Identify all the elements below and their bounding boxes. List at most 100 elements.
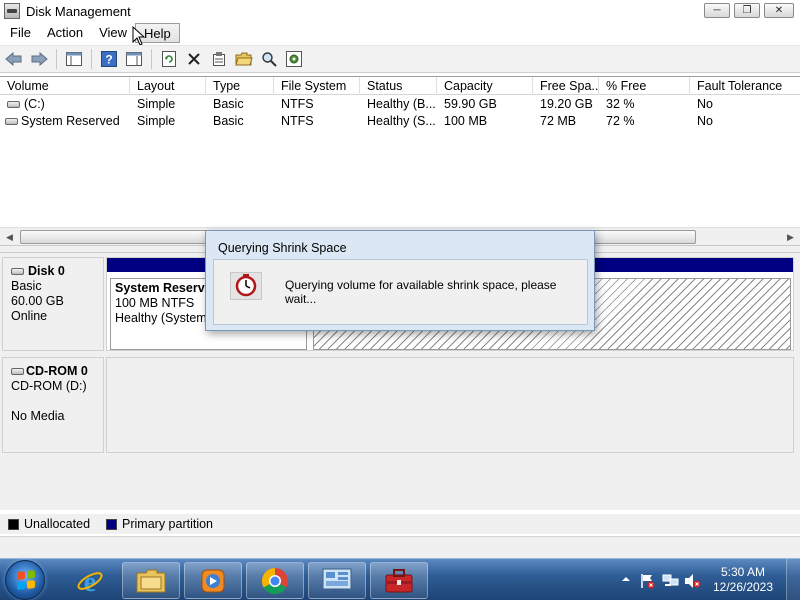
legend-unallocated: Unallocated: [8, 517, 90, 531]
media-player-icon[interactable]: [184, 562, 242, 599]
show-hide-action-pane-icon[interactable]: [124, 49, 144, 69]
percent-free-cell: 32 %: [606, 97, 635, 111]
legend-label: Unallocated: [24, 517, 91, 531]
minimize-button[interactable]: ─: [704, 3, 730, 18]
percent-free-cell: 72 %: [606, 114, 635, 128]
windows-logo-icon: [17, 570, 35, 590]
svg-text:?: ?: [105, 53, 112, 67]
column-header-percent-free[interactable]: % Free: [599, 77, 690, 95]
layout-cell: Simple: [137, 114, 176, 128]
computer-management-icon[interactable]: [308, 562, 366, 599]
column-header-fault-tolerance[interactable]: Fault Tolerance: [690, 77, 800, 95]
properties-icon[interactable]: [209, 49, 229, 69]
scroll-left-arrow-icon[interactable]: ◀: [1, 229, 18, 245]
volume-name: System Reserved: [21, 114, 120, 128]
drive-icon: [7, 101, 20, 109]
network-icon[interactable]: [662, 573, 679, 587]
menu-view[interactable]: View: [91, 23, 135, 43]
maximize-button[interactable]: ❐: [734, 3, 760, 18]
file-system-cell: NTFS: [281, 97, 314, 111]
clock[interactable]: 5:30 AM 12/26/2023: [708, 565, 778, 595]
dialog-message: Querying volume for available shrink spa…: [285, 278, 557, 306]
legend-label: Primary partition: [122, 517, 214, 531]
file-explorer-icon[interactable]: [122, 562, 180, 599]
drive-icon: [5, 118, 18, 126]
disk-0-type: Basic: [11, 279, 42, 293]
disk-0-state: Online: [11, 309, 48, 323]
fault-tolerance-cell: No: [697, 97, 713, 111]
clock-time: 5:30 AM: [720, 565, 766, 579]
refresh-icon[interactable]: [159, 49, 179, 69]
legend: Unallocated Primary partition: [0, 514, 800, 534]
scroll-right-arrow-icon[interactable]: ▶: [782, 229, 799, 245]
table-row[interactable]: System Reserved Simple Basic NTFS Health…: [0, 113, 800, 130]
volume-list: Volume Layout Type File System Status Ca…: [0, 76, 800, 245]
cdrom-icon: [11, 368, 24, 376]
disk-0-name: Disk 0: [28, 264, 65, 278]
action-center-icon[interactable]: [640, 573, 656, 589]
search-icon[interactable]: [259, 49, 279, 69]
disk-0-size: 60.00 GB: [11, 294, 64, 308]
show-hidden-icons-arrow[interactable]: [620, 573, 636, 587]
status-bar: [0, 536, 800, 558]
column-header-layout[interactable]: Layout: [130, 77, 206, 95]
window-controls: ─ ❐ ✕: [704, 3, 794, 18]
column-header-volume[interactable]: Volume: [0, 77, 130, 95]
dialog-body: Querying volume for available shrink spa…: [213, 259, 588, 325]
column-header-file-system[interactable]: File System: [274, 77, 360, 95]
capacity-cell: 59.90 GB: [444, 97, 497, 111]
primary-partition-swatch: [106, 518, 118, 530]
column-header-capacity[interactable]: Capacity: [437, 77, 533, 95]
close-button[interactable]: ✕: [764, 3, 794, 18]
toolbox-icon[interactable]: [370, 562, 428, 599]
cdrom-0-drive: CD-ROM (D:): [11, 379, 87, 393]
legend-primary-partition: Primary partition: [106, 517, 213, 531]
disk-0-name-row: Disk 0: [11, 264, 95, 279]
status-cell: Healthy (S...: [367, 114, 436, 128]
volume-list-header: Volume Layout Type File System Status Ca…: [0, 77, 800, 95]
toolbar-separator: [151, 49, 152, 69]
disk-0-label[interactable]: Disk 0 Basic 60.00 GB Online: [2, 257, 104, 351]
disk-icon: [11, 268, 24, 276]
system-tray: 5:30 AM 12/26/2023: [614, 559, 800, 600]
column-header-status[interactable]: Status: [360, 77, 437, 95]
forward-arrow-icon[interactable]: [29, 49, 49, 69]
fault-tolerance-cell: No: [697, 114, 713, 128]
free-space-cell: 19.20 GB: [540, 97, 593, 111]
toolbar-separator: [56, 49, 57, 69]
show-hide-console-tree-icon[interactable]: [64, 49, 84, 69]
window-title: Disk Management: [26, 3, 131, 19]
menu-action[interactable]: Action: [39, 23, 91, 43]
chrome-icon[interactable]: [246, 562, 304, 599]
help-icon[interactable]: ?: [99, 49, 119, 69]
open-folder-icon[interactable]: [234, 49, 254, 69]
toolbar: ?: [0, 45, 800, 73]
cdrom-0-map: [106, 357, 794, 453]
cdrom-0-name-row: CD-ROM 0: [11, 364, 95, 379]
delete-icon[interactable]: [184, 49, 204, 69]
free-space-cell: 72 MB: [540, 114, 577, 128]
capacity-cell: 100 MB: [444, 114, 488, 128]
show-desktop-button[interactable]: [786, 559, 800, 600]
cdrom-0-label[interactable]: CD-ROM 0 CD-ROM (D:) No Media: [2, 357, 104, 453]
volume-muted-icon[interactable]: [684, 573, 701, 588]
column-header-type[interactable]: Type: [206, 77, 274, 95]
disk-management-app-icon: [4, 3, 20, 19]
back-arrow-icon[interactable]: [4, 49, 24, 69]
table-row[interactable]: (C:) Simple Basic NTFS Healthy (B... 59.…: [0, 96, 800, 113]
settings-icon[interactable]: [284, 49, 304, 69]
taskbar: e 5:30 AM 12/26/2023: [0, 558, 800, 600]
cdrom-0-name: CD-ROM 0: [26, 364, 88, 378]
menu-bar: File Action View Help: [0, 22, 800, 46]
menu-file[interactable]: File: [2, 23, 39, 43]
dialog-title: Querying Shrink Space: [218, 241, 347, 255]
cdrom-0-media: No Media: [11, 409, 65, 423]
internet-explorer-icon[interactable]: e: [64, 562, 116, 599]
clock-icon: [230, 272, 262, 300]
type-cell: Basic: [213, 97, 244, 111]
start-button[interactable]: [5, 560, 45, 600]
file-system-cell: NTFS: [281, 114, 314, 128]
status-cell: Healthy (B...: [367, 97, 436, 111]
column-header-free-space[interactable]: Free Spa...: [533, 77, 599, 95]
